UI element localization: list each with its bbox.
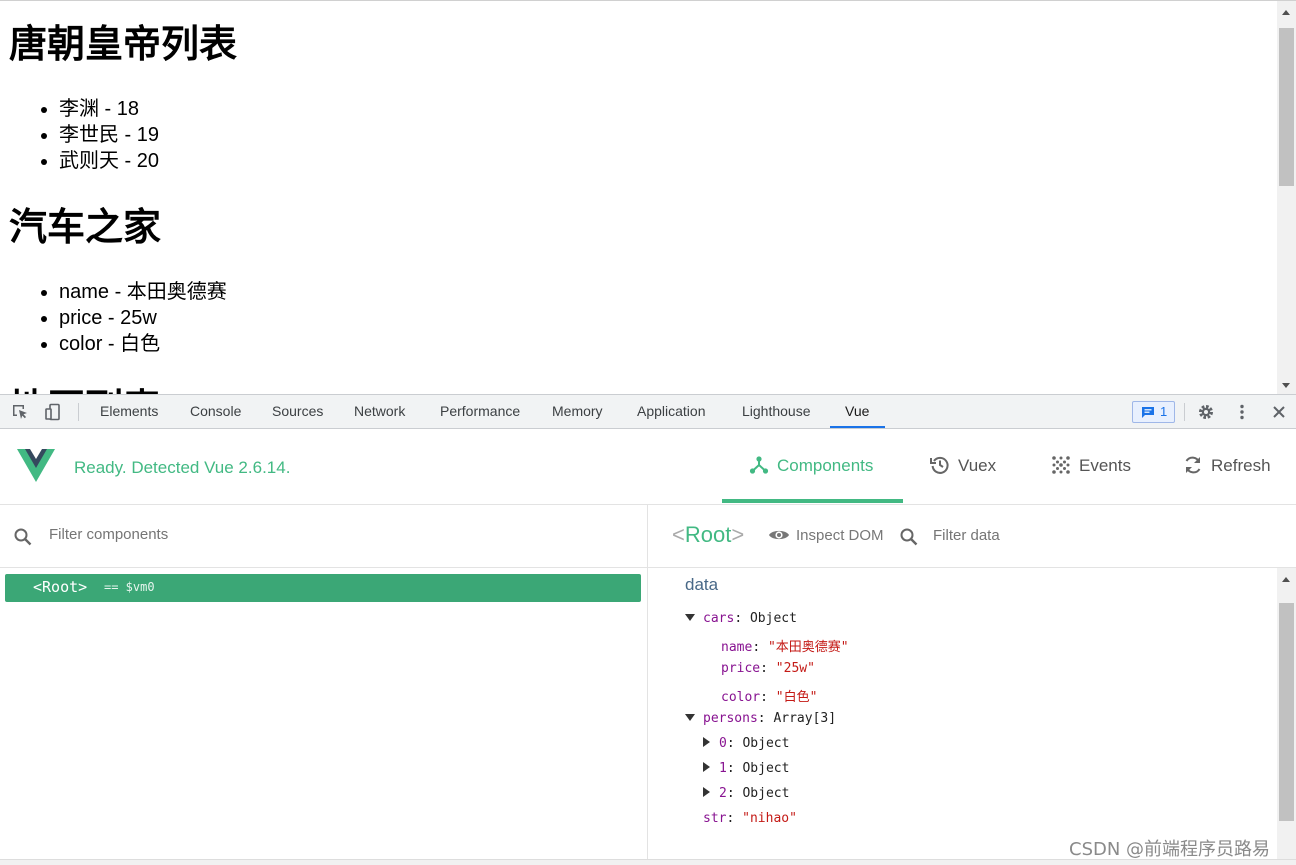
close-icon[interactable] (1270, 403, 1288, 421)
emperor-list: 李渊 - 18 李世民 - 19 武则天 - 20 (9, 96, 159, 174)
component-filter-bar (0, 505, 647, 568)
tree-row-cars[interactable]: cars: Object (685, 611, 797, 626)
tab-vuex[interactable]: Vuex (930, 429, 996, 503)
events-icon (1052, 456, 1070, 474)
tab-events[interactable]: Events (1051, 429, 1131, 503)
search-icon (14, 528, 32, 546)
message-icon (1142, 407, 1154, 418)
tree-row-color[interactable]: color: "白色" (721, 686, 817, 705)
tab-vue[interactable]: Vue (845, 395, 869, 428)
device-toolbar-icon[interactable] (44, 403, 62, 421)
list-item: 李渊 - 18 (59, 96, 159, 122)
tree-row-person-2[interactable]: 2: Object (703, 786, 789, 801)
devtools-tabbar: Elements Console Sources Network Perform… (0, 394, 1296, 429)
history-icon (930, 456, 949, 474)
scroll-up-icon[interactable] (1282, 10, 1290, 15)
collapse-icon[interactable] (685, 614, 695, 621)
tab-performance[interactable]: Performance (440, 395, 520, 428)
data-section-title: data (685, 575, 719, 594)
scroll-up-icon[interactable] (1282, 577, 1290, 582)
vuex-label: Vuex (958, 456, 997, 475)
messages-badge[interactable]: 1 (1132, 401, 1175, 423)
inspector-toolbar: <Root> Inspect DOM (648, 505, 1296, 568)
vm-reference: == $vm0 (104, 580, 155, 594)
vue-logo-icon (17, 449, 55, 482)
collapse-icon[interactable] (685, 714, 695, 721)
scroll-down-icon[interactable] (1282, 383, 1290, 388)
scrollbar-thumb[interactable] (1279, 603, 1294, 821)
refresh-icon (1185, 456, 1201, 474)
inspector-scrollbar[interactable] (1277, 568, 1296, 859)
refresh-button[interactable]: Refresh (1183, 429, 1271, 503)
vue-status: Ready. Detected Vue 2.6.14. (74, 458, 291, 477)
refresh-label: Refresh (1211, 456, 1271, 475)
tree-row-persons[interactable]: persons: Array[3] (685, 711, 836, 726)
filter-components-input[interactable] (49, 526, 349, 543)
tab-sources[interactable]: Sources (272, 395, 323, 428)
page-scrollbar[interactable] (1277, 1, 1296, 395)
tree-row-str[interactable]: str: "nihao" (703, 811, 797, 826)
tab-console[interactable]: Console (190, 395, 241, 428)
browser-window: 唐朝皇帝列表 李渊 - 18 李世民 - 19 武则天 - 20 汽车之家 na… (0, 0, 1296, 865)
tab-application[interactable]: Application (637, 395, 706, 428)
tab-components[interactable]: Components (749, 429, 873, 503)
tree-row-person-1[interactable]: 1: Object (703, 761, 789, 776)
list-item: 武则天 - 20 (59, 148, 159, 174)
message-count: 1 (1160, 404, 1168, 419)
inspect-dom-button[interactable]: Inspect DOM (768, 527, 884, 544)
active-tab-indicator (830, 426, 885, 428)
component-name: <Root> (33, 578, 88, 596)
gear-icon[interactable] (1197, 403, 1215, 421)
eye-icon (769, 530, 789, 539)
events-label: Events (1079, 456, 1131, 475)
divider (78, 403, 79, 421)
list-item: price - 25w (59, 305, 227, 331)
scrollbar-thumb[interactable] (1279, 28, 1294, 186)
inspect-element-icon[interactable] (11, 403, 29, 421)
inspect-dom-label: Inspect DOM (796, 527, 884, 544)
expand-icon[interactable] (703, 787, 710, 797)
data-inspector-panel: <Root> Inspect DOM data cars: Object nam… (648, 505, 1296, 859)
tree-row-price[interactable]: price: "25w" (721, 661, 815, 676)
car-list: name - 本田奥德赛 price - 25w color - 白色 (9, 279, 227, 357)
tree-row-person-0[interactable]: 0: Object (703, 736, 789, 751)
tab-elements[interactable]: Elements (100, 395, 158, 428)
watermark-text: CSDN @前端程序员路易 (1069, 839, 1271, 860)
car-heading: 汽车之家 (9, 205, 162, 249)
search-icon (900, 528, 918, 546)
vue-devtools-header: Ready. Detected Vue 2.6.14. Components V… (0, 429, 1296, 505)
list-item: 李世民 - 19 (59, 122, 159, 148)
selected-component-title: <Root> (672, 522, 745, 547)
active-vue-tab-indicator (722, 499, 903, 503)
page-viewport: 唐朝皇帝列表 李渊 - 18 李世民 - 19 武则天 - 20 汽车之家 na… (0, 0, 1296, 395)
tab-memory[interactable]: Memory (552, 395, 603, 428)
emperor-list-heading: 唐朝皇帝列表 (9, 22, 238, 66)
expand-icon[interactable] (703, 737, 710, 747)
component-tree-panel: <Root> == $vm0 (0, 505, 648, 859)
component-tree-row[interactable]: <Root> == $vm0 (5, 574, 641, 602)
filter-data-input[interactable] (933, 527, 1133, 544)
components-label: Components (777, 456, 874, 475)
tab-lighthouse[interactable]: Lighthouse (742, 395, 811, 428)
list-item: name - 本田奥德赛 (59, 279, 227, 305)
divider (1184, 403, 1185, 421)
components-icon (749, 456, 769, 474)
list-item: color - 白色 (59, 331, 227, 357)
tab-network[interactable]: Network (354, 395, 405, 428)
tree-row-name[interactable]: name: "本田奥德赛" (721, 636, 849, 655)
more-options-icon[interactable] (1233, 403, 1251, 421)
expand-icon[interactable] (703, 762, 710, 772)
